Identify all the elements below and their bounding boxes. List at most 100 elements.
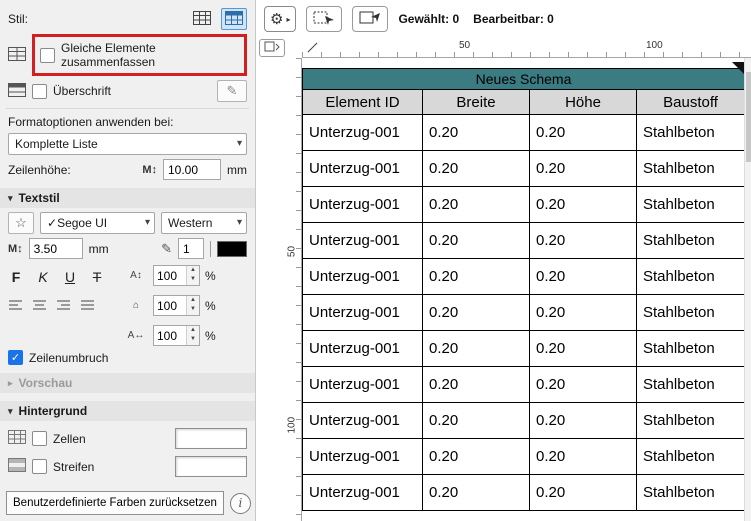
table-cell[interactable]: Unterzug-001 bbox=[303, 115, 423, 151]
table-cell[interactable]: 0.20 bbox=[530, 187, 637, 223]
table-row[interactable]: Unterzug-0010.200.20Stahlbeton bbox=[303, 475, 745, 511]
column-header[interactable]: Baustoff bbox=[637, 90, 745, 115]
spin-down-icon[interactable]: ▼ bbox=[187, 275, 199, 284]
table-cell[interactable]: Stahlbeton bbox=[637, 439, 745, 475]
table-cell[interactable]: 0.20 bbox=[530, 439, 637, 475]
spin-up-icon[interactable]: ▲ bbox=[187, 296, 199, 305]
table-style-header-button[interactable] bbox=[221, 8, 247, 30]
table-cell[interactable]: Unterzug-001 bbox=[303, 223, 423, 259]
table-cell[interactable]: 0.20 bbox=[423, 331, 530, 367]
spin-down-icon[interactable]: ▼ bbox=[187, 305, 199, 314]
table-cell[interactable]: Unterzug-001 bbox=[303, 331, 423, 367]
align-justify-icon[interactable] bbox=[80, 297, 95, 313]
table-cell[interactable]: Unterzug-001 bbox=[303, 439, 423, 475]
table-cell[interactable]: Stahlbeton bbox=[637, 259, 745, 295]
table-row[interactable]: Unterzug-0010.200.20Stahlbeton bbox=[303, 403, 745, 439]
table-cell[interactable]: Stahlbeton bbox=[637, 223, 745, 259]
table-style-plain-button[interactable] bbox=[189, 8, 215, 30]
table-cell[interactable]: 0.20 bbox=[530, 367, 637, 403]
table-title[interactable]: Neues Schema bbox=[303, 69, 745, 90]
section-textstyle[interactable]: ▾ Textstil bbox=[0, 188, 255, 208]
favorite-style-button[interactable]: ☆ bbox=[8, 212, 34, 234]
table-row[interactable]: Unterzug-0010.200.20Stahlbeton bbox=[303, 331, 745, 367]
edit-heading-button[interactable]: ✎ bbox=[217, 80, 247, 102]
horizontal-ruler[interactable]: 50 100 bbox=[302, 38, 751, 58]
vertical-scrollbar[interactable] bbox=[744, 58, 751, 521]
font-size-input[interactable] bbox=[29, 238, 83, 259]
table-cell[interactable]: 0.20 bbox=[423, 151, 530, 187]
inject-parameters-button[interactable] bbox=[352, 6, 388, 32]
vertical-ruler[interactable]: 50 100 bbox=[286, 58, 302, 521]
table-cell[interactable]: 0.20 bbox=[423, 439, 530, 475]
cells-color-well[interactable] bbox=[175, 428, 247, 449]
table-title-row[interactable]: Neues Schema bbox=[303, 69, 745, 90]
table-cell[interactable]: Stahlbeton bbox=[637, 331, 745, 367]
table-cell[interactable]: Unterzug-001 bbox=[303, 475, 423, 511]
table-row[interactable]: Unterzug-0010.200.20Stahlbeton bbox=[303, 367, 745, 403]
table-cell[interactable]: Stahlbeton bbox=[637, 187, 745, 223]
section-preview[interactable]: ▸ Vorschau bbox=[0, 373, 255, 393]
table-row[interactable]: Unterzug-0010.200.20Stahlbeton bbox=[303, 187, 745, 223]
table-row[interactable]: Unterzug-0010.200.20Stahlbeton bbox=[303, 439, 745, 475]
heading-checkbox[interactable] bbox=[32, 84, 47, 99]
table-row[interactable]: Unterzug-0010.200.20Stahlbeton bbox=[303, 223, 745, 259]
table-cell[interactable]: Stahlbeton bbox=[637, 403, 745, 439]
column-header[interactable]: Breite bbox=[423, 90, 530, 115]
schema-table[interactable]: Neues Schema Element ID Breite Höhe Baus… bbox=[302, 68, 745, 511]
table-cell[interactable]: Unterzug-001 bbox=[303, 187, 423, 223]
stripes-color-well[interactable] bbox=[175, 456, 247, 477]
scrollbar-thumb[interactable] bbox=[746, 72, 751, 162]
reset-custom-colors-button[interactable]: Benutzerdefinierte Farben zurücksetzen bbox=[6, 491, 224, 515]
schema-canvas[interactable]: Neues Schema Element ID Breite Höhe Baus… bbox=[302, 58, 751, 521]
font-color-swatch[interactable] bbox=[217, 241, 247, 257]
table-cell[interactable]: 0.20 bbox=[423, 403, 530, 439]
format-apply-select[interactable]: Komplette Liste ▾ bbox=[8, 133, 247, 155]
table-cell[interactable]: Stahlbeton bbox=[637, 151, 745, 187]
table-cell[interactable]: 0.20 bbox=[530, 475, 637, 511]
align-center-icon[interactable] bbox=[32, 297, 47, 313]
table-cell[interactable]: 0.20 bbox=[530, 403, 637, 439]
table-row[interactable]: Unterzug-0010.200.20Stahlbeton bbox=[303, 151, 745, 187]
table-row[interactable]: Unterzug-0010.200.20Stahlbeton bbox=[303, 259, 745, 295]
info-button[interactable]: i bbox=[230, 493, 251, 514]
table-cell[interactable]: 0.20 bbox=[423, 223, 530, 259]
underline-button[interactable]: U bbox=[62, 269, 78, 285]
align-left-icon[interactable] bbox=[8, 297, 23, 313]
table-cell[interactable]: Unterzug-001 bbox=[303, 403, 423, 439]
table-cell[interactable]: 0.20 bbox=[423, 367, 530, 403]
settings-flyout-button[interactable]: ⚙ ▸ bbox=[264, 6, 296, 32]
table-cell[interactable]: Unterzug-001 bbox=[303, 367, 423, 403]
table-cell[interactable]: Unterzug-001 bbox=[303, 295, 423, 331]
table-cell[interactable]: 0.20 bbox=[423, 295, 530, 331]
spin-up-icon[interactable]: ▲ bbox=[187, 326, 199, 335]
table-cell[interactable]: Unterzug-001 bbox=[303, 259, 423, 295]
stripes-checkbox[interactable] bbox=[32, 459, 47, 474]
cells-checkbox[interactable] bbox=[32, 431, 47, 446]
font-script-select[interactable]: Western ▾ bbox=[161, 212, 247, 234]
table-cell[interactable]: Stahlbeton bbox=[637, 367, 745, 403]
table-cell[interactable]: 0.20 bbox=[423, 115, 530, 151]
align-right-icon[interactable] bbox=[56, 297, 71, 313]
table-cell[interactable]: 0.20 bbox=[530, 151, 637, 187]
italic-button[interactable]: K bbox=[35, 269, 51, 285]
table-header-row[interactable]: Element ID Breite Höhe Baustoff bbox=[303, 90, 745, 115]
table-cell[interactable]: 0.20 bbox=[530, 115, 637, 151]
table-cell[interactable]: Stahlbeton bbox=[637, 475, 745, 511]
column-header[interactable]: Element ID bbox=[303, 90, 423, 115]
table-cell[interactable]: 0.20 bbox=[530, 295, 637, 331]
wrap-checkbox[interactable]: ✓ bbox=[8, 350, 23, 365]
char-spacing-input[interactable] bbox=[154, 326, 186, 345]
bold-button[interactable]: F bbox=[8, 269, 24, 285]
table-resize-handle[interactable] bbox=[732, 62, 744, 74]
table-cell[interactable]: 0.20 bbox=[530, 259, 637, 295]
table-cell[interactable]: Unterzug-001 bbox=[303, 151, 423, 187]
section-background[interactable]: ▾ Hintergrund bbox=[0, 401, 255, 421]
char-width-input[interactable] bbox=[154, 296, 186, 315]
strikethrough-button[interactable]: T bbox=[89, 269, 105, 285]
table-cell[interactable]: 0.20 bbox=[423, 475, 530, 511]
font-family-select[interactable]: ✓Segoe UI ▾ bbox=[40, 212, 155, 234]
table-cell[interactable]: Stahlbeton bbox=[637, 115, 745, 151]
table-cell[interactable]: Stahlbeton bbox=[637, 295, 745, 331]
table-cell[interactable]: 0.20 bbox=[423, 187, 530, 223]
table-row[interactable]: Unterzug-0010.200.20Stahlbeton bbox=[303, 295, 745, 331]
